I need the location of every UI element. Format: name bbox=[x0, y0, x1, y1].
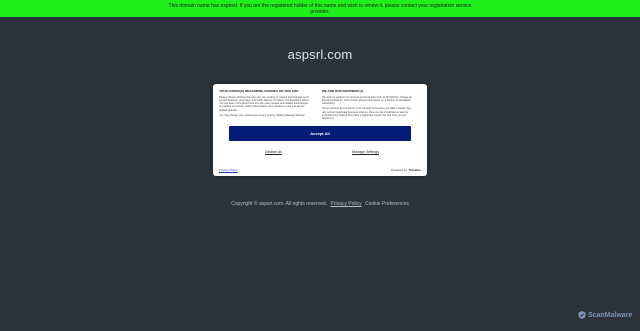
cookie-choices-heading: YOUR CHOICE(S) REGARDING COOKIES ON THIS… bbox=[219, 89, 299, 93]
scanmalware-watermark: ScanMalware bbox=[578, 311, 632, 321]
partners-text-2: Some partners do not ask for your consen… bbox=[322, 107, 412, 121]
powered-by: Powered by: TrustArc bbox=[391, 168, 421, 172]
footer-privacy-policy-link[interactable]: Privacy Policy bbox=[330, 201, 361, 207]
decline-all-button[interactable]: Decline All bbox=[265, 150, 282, 154]
copyright-text: Copyright © aspsrl.com. All rights reser… bbox=[231, 201, 328, 207]
manage-settings-button[interactable]: Manage Settings bbox=[352, 150, 379, 154]
partners-heading: WE AND OUR PARTNERS (1) bbox=[322, 89, 364, 93]
scanmalware-logo-icon bbox=[578, 311, 586, 319]
dialog-privacy-policy-link[interactable]: Privacy Policy bbox=[219, 168, 238, 172]
page-title: aspsrl.com bbox=[287, 47, 353, 62]
cookie-consent-dialog: YOUR CHOICE(S) REGARDING COOKIES ON THIS… bbox=[213, 84, 427, 176]
trustarc-logo: TrustArc bbox=[408, 168, 421, 172]
partners-column: WE AND OUR PARTNERS (1) We and our partn… bbox=[322, 89, 414, 123]
cookie-choices-text-2: You may change your preferences at any t… bbox=[219, 113, 306, 117]
dialog-footer: Privacy Policy Powered by: TrustArc bbox=[219, 168, 421, 173]
accept-all-button[interactable]: Accept All bbox=[229, 126, 411, 141]
footer-cookie-preferences-link[interactable]: Cookie Preferences bbox=[365, 201, 409, 207]
banner-text: This domain name has expired. If you are… bbox=[168, 3, 472, 15]
partners-text-1: We and our partners (1) process personal… bbox=[322, 95, 413, 106]
page-footer: Copyright © aspsrl.com. All rights reser… bbox=[0, 201, 640, 207]
powered-by-label: Powered by: bbox=[391, 168, 408, 172]
expired-domain-banner: This domain name has expired. If you are… bbox=[0, 0, 640, 17]
watermark-text: ScanMalware bbox=[587, 311, 633, 319]
cookie-choices-text-1: Please choose whether this site may use … bbox=[219, 95, 310, 112]
cookie-choices-column: YOUR CHOICE(S) REGARDING COOKIES ON THIS… bbox=[219, 89, 311, 119]
